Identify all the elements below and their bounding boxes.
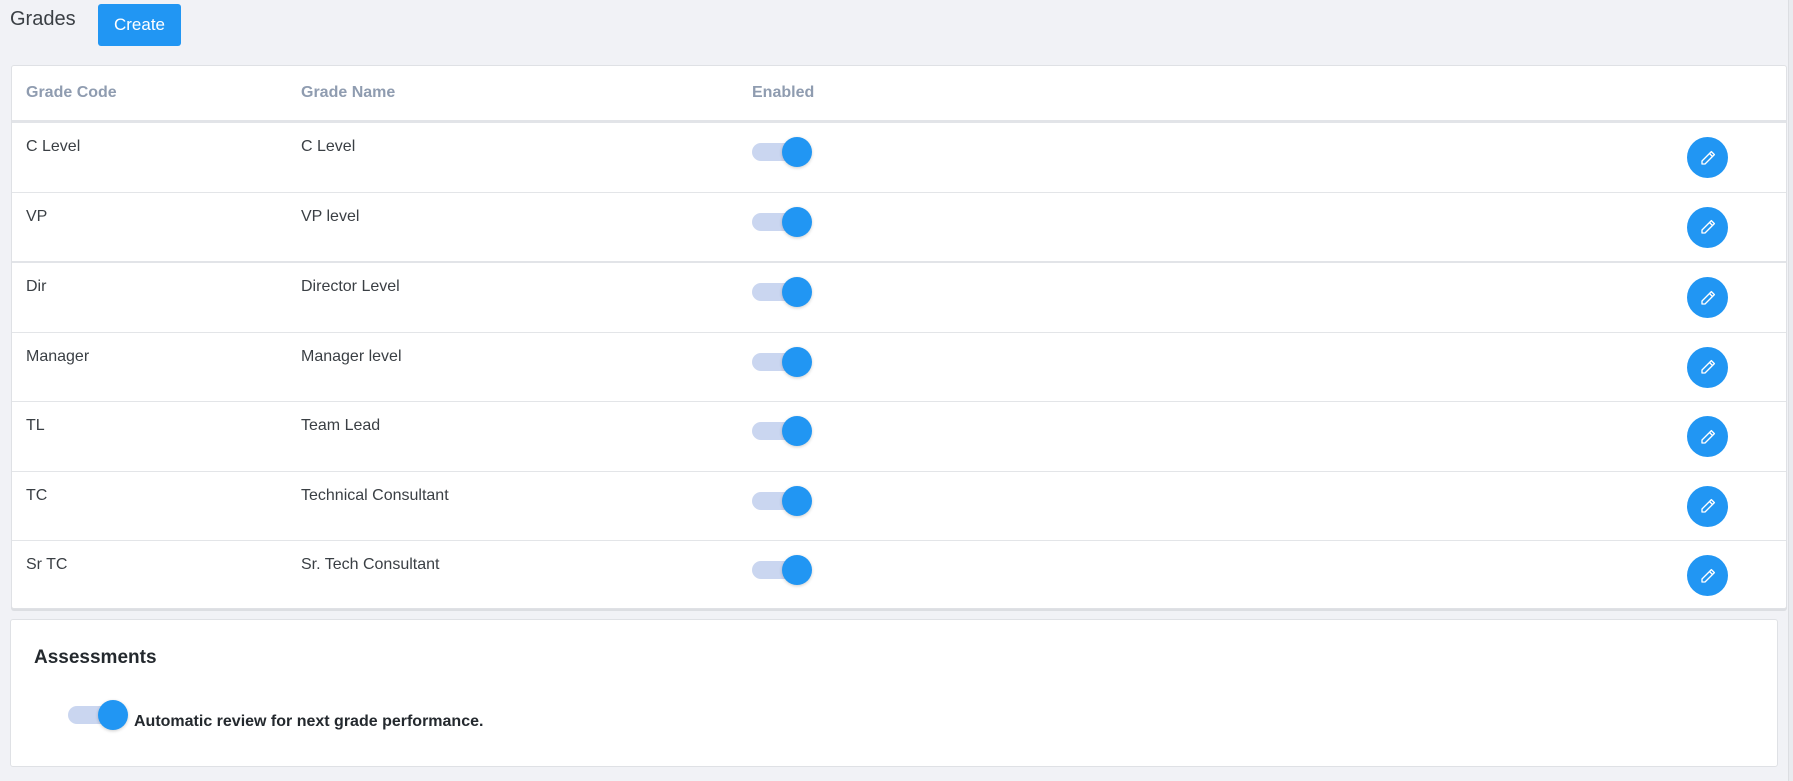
toggle-knob: [782, 277, 812, 307]
table-row: TC Technical Consultant: [12, 472, 1786, 541]
assessments-card: Assessments Automatic review for next gr…: [10, 619, 1778, 767]
create-button[interactable]: Create: [98, 4, 181, 46]
pencil-icon: [1700, 498, 1715, 513]
toggle-knob: [782, 346, 812, 377]
table-row: Manager Manager level: [12, 333, 1786, 402]
grade-code: Manager: [26, 347, 90, 365]
column-header-grade-code: Grade Code: [26, 84, 117, 101]
pencil-icon: [1700, 429, 1715, 444]
table-header: Grade Code Grade Name Enabled: [12, 66, 1786, 123]
toggle-knob: [782, 206, 812, 237]
table-row: Sr TC Sr. Tech Consultant: [12, 541, 1786, 610]
table-row: VP VP level: [12, 193, 1786, 263]
toggle-knob: [782, 555, 812, 585]
table-row: C Level C Level: [12, 123, 1786, 193]
assessments-title: Assessments: [34, 647, 157, 668]
grade-name: Technical Consultant: [301, 486, 449, 504]
grade-name: VP level: [301, 207, 360, 225]
pencil-icon: [1700, 568, 1715, 583]
grade-name: Director Level: [301, 278, 400, 295]
table-row: Dir Director Level: [12, 263, 1786, 333]
pencil-icon: [1700, 150, 1715, 165]
grade-code: Sr TC: [26, 556, 68, 573]
grade-name: Team Lead: [301, 417, 381, 434]
pencil-icon: [1700, 290, 1715, 305]
enabled-toggle[interactable]: [752, 345, 812, 377]
column-header-grade-name: Grade Name: [301, 84, 396, 101]
toggle-knob: [782, 137, 812, 167]
grade-name: C Level: [301, 138, 356, 155]
grade-code: VP: [26, 207, 48, 225]
edit-button[interactable]: [1687, 485, 1728, 527]
grade-name: Manager level: [301, 347, 402, 365]
grade-name: Sr. Tech Consultant: [301, 556, 440, 573]
enabled-toggle[interactable]: [752, 205, 812, 237]
edit-button[interactable]: [1687, 277, 1728, 318]
toggle-knob: [782, 416, 812, 446]
pencil-icon: [1700, 359, 1715, 374]
grade-code: TL: [26, 417, 45, 434]
enabled-toggle[interactable]: [752, 135, 812, 167]
enabled-toggle[interactable]: [752, 414, 812, 446]
page-title: Grades: [10, 8, 76, 30]
grade-code: Dir: [26, 278, 47, 295]
table-row: TL Team Lead: [12, 402, 1786, 472]
grades-table: Grade Code Grade Name Enabled C Level C …: [11, 65, 1787, 609]
automatic-review-label: Automatic review for next grade performa…: [134, 713, 484, 730]
edit-button[interactable]: [1687, 206, 1728, 248]
scrollbar[interactable]: [1788, 0, 1793, 781]
column-header-enabled: Enabled: [752, 84, 815, 101]
edit-button[interactable]: [1687, 416, 1728, 457]
toggle-knob: [782, 485, 812, 516]
grade-code: TC: [26, 486, 48, 504]
enabled-toggle[interactable]: [752, 553, 812, 585]
pencil-icon: [1700, 219, 1715, 234]
enabled-toggle[interactable]: [752, 275, 812, 307]
automatic-review-toggle[interactable]: [68, 698, 128, 730]
grade-code: C Level: [26, 138, 81, 155]
edit-button[interactable]: [1687, 137, 1728, 178]
enabled-toggle[interactable]: [752, 484, 812, 516]
toggle-knob: [98, 700, 128, 730]
edit-button[interactable]: [1687, 346, 1728, 388]
edit-button[interactable]: [1687, 555, 1728, 596]
